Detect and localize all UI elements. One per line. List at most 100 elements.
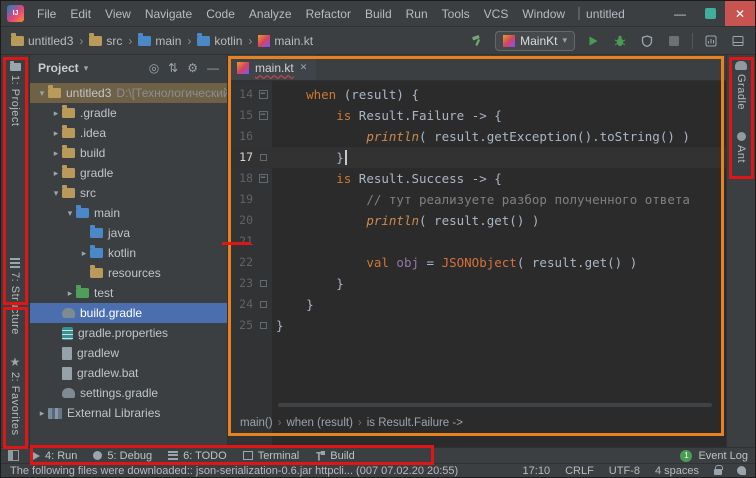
- code-line-25[interactable]: 25}: [228, 315, 726, 336]
- menu-build[interactable]: Build: [358, 7, 399, 21]
- tree-item-untitled3[interactable]: ▾untitled3D:\[Технологический...: [30, 83, 227, 103]
- code-line-17[interactable]: 17 }: [228, 147, 726, 168]
- run-config-selector[interactable]: MainKt ▾: [495, 31, 575, 51]
- menu-navigate[interactable]: Navigate: [138, 7, 199, 21]
- event-log-area[interactable]: 1 Event Log: [680, 450, 748, 462]
- menu-file[interactable]: File: [30, 7, 63, 21]
- close-tab-icon[interactable]: ✕: [300, 62, 308, 73]
- menu-refactor[interactable]: Refactor: [299, 7, 358, 21]
- gear-icon[interactable]: ⚙: [187, 61, 198, 75]
- stripe-button-7-structure[interactable]: 7: Structure: [9, 258, 21, 335]
- stripe-button-1-project[interactable]: 1: Project: [9, 61, 21, 126]
- menu-view[interactable]: View: [98, 7, 138, 21]
- close-button[interactable]: ✕: [725, 1, 755, 26]
- tree-arrow[interactable]: ▸: [50, 108, 62, 119]
- tree-item-resources[interactable]: resources: [30, 263, 227, 283]
- maximize-button[interactable]: [695, 1, 725, 26]
- fold-minus-icon[interactable]: −: [259, 111, 268, 120]
- breadcrumb-item-main-kt[interactable]: main.kt: [256, 34, 315, 48]
- tree-item-src[interactable]: ▾src: [30, 183, 227, 203]
- editor-breadcrumb-main[interactable]: main(): [240, 417, 273, 429]
- tree-arrow[interactable]: ▸: [64, 288, 76, 299]
- stripe-button-4-run[interactable]: 4: Run: [33, 450, 77, 462]
- code-line-16[interactable]: 16 println( result.getException().toStri…: [228, 126, 726, 147]
- hector-inspections-icon[interactable]: [737, 466, 746, 475]
- debug-button[interactable]: [611, 32, 629, 50]
- menu-code[interactable]: Code: [199, 7, 242, 21]
- code-line-19[interactable]: 19 // тут реализуете разбор полученного …: [228, 189, 726, 210]
- tree-item-idea[interactable]: ▸.idea: [30, 123, 227, 143]
- editor-breadcrumb-when-result[interactable]: when (result): [286, 417, 352, 429]
- wrench-icon[interactable]: [468, 32, 486, 50]
- tree-arrow[interactable]: ▸: [50, 128, 62, 139]
- fold-marker[interactable]: −: [256, 84, 270, 105]
- stripe-button-2-favorites[interactable]: ★2: Favorites: [9, 357, 21, 435]
- stripe-button-gradle[interactable]: Gradle: [735, 61, 747, 110]
- minimize-button[interactable]: —: [665, 1, 695, 26]
- tree-item-gradlew[interactable]: gradlew: [30, 343, 227, 363]
- tree-item-settings-gradle[interactable]: settings.gradle: [30, 383, 227, 403]
- editor-breadcrumb-is-result-failure[interactable]: is Result.Failure ->: [367, 417, 463, 429]
- code-editor[interactable]: 14− when (result) {15− is Result.Failure…: [228, 81, 726, 447]
- breadcrumb-item-main[interactable]: main: [136, 34, 183, 48]
- fold-marker[interactable]: [256, 315, 270, 336]
- tree-arrow[interactable]: ▸: [50, 148, 62, 159]
- locate-icon[interactable]: ◎: [149, 61, 159, 75]
- tree-arrow[interactable]: ▸: [50, 168, 62, 179]
- fold-marker[interactable]: [256, 294, 270, 315]
- tree-item-main[interactable]: ▾main: [30, 203, 227, 223]
- event-log-button[interactable]: Event Log: [698, 450, 748, 462]
- profiler-chart-icon[interactable]: [702, 32, 720, 50]
- breadcrumb-item-kotlin[interactable]: kotlin: [195, 34, 244, 48]
- fold-marker[interactable]: −: [256, 105, 270, 126]
- stripe-button-terminal[interactable]: Terminal: [243, 450, 300, 462]
- file-encoding-indicator[interactable]: UTF-8: [609, 465, 640, 477]
- tab-main-kt[interactable]: main.kt ✕: [228, 55, 316, 80]
- tree-arrow[interactable]: ▾: [36, 88, 48, 99]
- tree-item-gradle[interactable]: ▸gradle: [30, 163, 227, 183]
- stop-button[interactable]: [665, 32, 683, 50]
- menu-tools[interactable]: Tools: [435, 7, 477, 21]
- code-line-24[interactable]: 24 }: [228, 294, 726, 315]
- stripe-button-ant[interactable]: Ant: [735, 132, 747, 163]
- code-line-22[interactable]: 22 val obj = JSONObject( result.get() ): [228, 252, 726, 273]
- horizontal-scrollbar[interactable]: [278, 403, 712, 407]
- tool-window-switcher-icon[interactable]: [8, 450, 19, 461]
- tree-arrow[interactable]: ▾: [50, 188, 62, 199]
- tree-item-build-gradle[interactable]: build.gradle: [30, 303, 227, 323]
- status-message[interactable]: The following files were downloaded:: js…: [10, 465, 508, 477]
- stripe-button-6-todo[interactable]: 6: TODO: [168, 450, 227, 462]
- menu-edit[interactable]: Edit: [63, 7, 98, 21]
- menu-run[interactable]: Run: [399, 7, 435, 21]
- stripe-button-build[interactable]: Build: [315, 450, 354, 462]
- run-button[interactable]: [584, 32, 602, 50]
- code-line-18[interactable]: 18− is Result.Success -> {: [228, 168, 726, 189]
- fold-minus-icon[interactable]: −: [259, 174, 268, 183]
- hide-panel-icon[interactable]: —: [207, 61, 219, 75]
- lock-icon[interactable]: [714, 469, 722, 475]
- code-line-21[interactable]: 21: [228, 231, 726, 252]
- code-line-15[interactable]: 15− is Result.Failure -> {: [228, 105, 726, 126]
- tree-item-gradle[interactable]: ▸.gradle: [30, 103, 227, 123]
- tree-arrow[interactable]: ▸: [36, 408, 48, 419]
- stripe-button-5-debug[interactable]: 5: Debug: [93, 450, 152, 462]
- menu-window[interactable]: Window: [515, 7, 572, 21]
- tree-item-external-libraries[interactable]: ▸External Libraries: [30, 403, 227, 423]
- fold-marker[interactable]: [256, 273, 270, 294]
- tree-item-java[interactable]: java: [30, 223, 227, 243]
- tree-item-kotlin[interactable]: ▸kotlin: [30, 243, 227, 263]
- tree-item-test[interactable]: ▸test: [30, 283, 227, 303]
- tree-item-gradle-properties[interactable]: gradle.properties: [30, 323, 227, 343]
- breadcrumb-item-untitled3[interactable]: untitled3: [9, 34, 75, 48]
- menu-analyze[interactable]: Analyze: [242, 7, 299, 21]
- tree-item-build[interactable]: ▸build: [30, 143, 227, 163]
- indent-indicator[interactable]: 4 spaces: [655, 465, 699, 477]
- tree-arrow[interactable]: ▾: [64, 208, 76, 219]
- layout-icon[interactable]: [729, 32, 747, 50]
- project-panel-title[interactable]: Project: [38, 61, 79, 75]
- breadcrumb-item-src[interactable]: src: [87, 34, 124, 48]
- menu-vcs[interactable]: VCS: [477, 7, 516, 21]
- code-line-20[interactable]: 20 println( result.get() ): [228, 210, 726, 231]
- tree-item-gradlew-bat[interactable]: gradlew.bat: [30, 363, 227, 383]
- caret-position[interactable]: 17:10: [523, 465, 551, 477]
